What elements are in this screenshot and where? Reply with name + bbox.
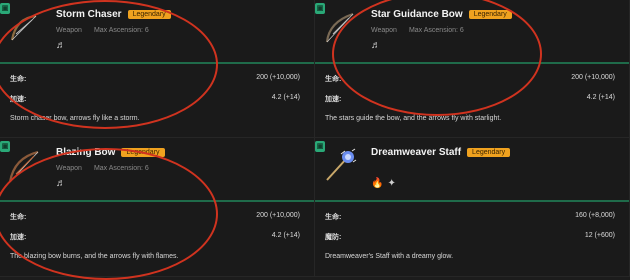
stat-label: 加速:	[10, 96, 27, 103]
item-meta	[371, 165, 383, 172]
item-ascension: Max Ascension: 6	[93, 165, 149, 172]
item-description: Storm chaser bow, arrows fly like a stor…	[10, 115, 140, 122]
item-card-storm-chaser[interactable]: ▣ Storm Chaser Legendary Weapon Max Ascens…	[0, 0, 315, 138]
stat-label: 生命:	[10, 76, 27, 83]
card-header: ▣ Star Guidance Bow Legendary Weapon Max A…	[315, 0, 629, 62]
card-header: ▣ Blazing Bow Legendary Weapon Max Ascensi…	[0, 138, 314, 200]
bow-icon	[321, 10, 357, 46]
stat-value: 4.2 (+14)	[271, 94, 300, 101]
item-card-star-guidance-bow[interactable]: ▣ Star Guidance Bow Legendary Weapon Max A…	[315, 0, 630, 138]
item-title: Storm Chaser Legendary	[56, 9, 171, 20]
sparkle-icon: ✦	[387, 178, 396, 189]
stat-value: 200 (+10,000)	[256, 212, 300, 219]
stat-value: 200 (+10,000)	[571, 74, 615, 81]
divider	[315, 62, 629, 64]
item-card-dreamweaver-staff[interactable]: ▣ Dreamweaver Staff Legendary 🔥 ✦ 生命: 160 …	[315, 138, 630, 277]
music-note-icon: ♬	[56, 40, 66, 51]
item-description: The stars guide the bow, and the arrows …	[325, 115, 502, 122]
staff-icon	[321, 148, 357, 184]
card-header: ▣ Dreamweaver Staff Legendary 🔥 ✦	[315, 138, 629, 200]
stat-value: 160 (+8,000)	[575, 212, 615, 219]
stat-label: 加速:	[10, 234, 27, 241]
item-name: Star Guidance Bow	[371, 9, 463, 20]
bow-icon	[6, 148, 42, 184]
rarity-badge: Legendary	[121, 148, 165, 157]
item-name: Storm Chaser	[56, 9, 122, 20]
stat-value: 12 (+600)	[584, 232, 615, 239]
bow-icon	[6, 10, 42, 46]
item-type: Weapon	[56, 27, 82, 34]
gem-icon: ▣	[0, 3, 10, 14]
skill-icons: ♬	[56, 178, 66, 189]
item-type: Weapon	[56, 165, 82, 172]
music-note-icon: ♬	[371, 40, 381, 51]
stat-label: 生命:	[325, 76, 342, 83]
item-title: Dreamweaver Staff Legendary	[371, 147, 511, 158]
item-title: Star Guidance Bow Legendary	[371, 9, 512, 20]
skill-icons: ♬	[371, 40, 381, 51]
divider	[315, 200, 629, 202]
flame-icon: 🔥	[371, 178, 384, 189]
item-type: Weapon	[371, 27, 397, 34]
stat-value: 200 (+10,000)	[256, 74, 300, 81]
rarity-badge: Legendary	[467, 148, 511, 157]
rarity-badge: Legendary	[468, 10, 512, 19]
stat-value: 4.2 (+14)	[586, 94, 615, 101]
item-grid: ▣ Storm Chaser Legendary Weapon Max Ascens…	[0, 0, 630, 277]
gem-icon: ▣	[315, 141, 325, 152]
divider	[0, 200, 314, 202]
stat-label: 魔防:	[325, 234, 342, 241]
item-name: Blazing Bow	[56, 147, 116, 158]
item-description: Dreamweaver's Staff with a dreamy glow.	[325, 253, 454, 260]
divider	[0, 62, 314, 64]
gem-icon: ▣	[315, 3, 325, 14]
item-ascension: Max Ascension: 6	[408, 27, 464, 34]
rarity-badge: Legendary	[127, 10, 171, 19]
stat-label: 加速:	[325, 96, 342, 103]
stat-value: 4.2 (+14)	[271, 232, 300, 239]
item-card-blazing-bow[interactable]: ▣ Blazing Bow Legendary Weapon Max Ascensi…	[0, 138, 315, 277]
item-ascension: Max Ascension: 6	[93, 27, 149, 34]
music-note-icon: ♬	[56, 178, 66, 189]
stat-label: 生命:	[10, 214, 27, 221]
item-meta: Weapon Max Ascension: 6	[371, 27, 464, 34]
card-header: ▣ Storm Chaser Legendary Weapon Max Ascens…	[0, 0, 314, 62]
skill-icons: ♬	[56, 40, 66, 51]
item-name: Dreamweaver Staff	[371, 147, 462, 158]
skill-icons: 🔥 ✦	[371, 178, 396, 189]
item-meta: Weapon Max Ascension: 6	[56, 165, 149, 172]
item-title: Blazing Bow Legendary	[56, 147, 165, 158]
item-description: The blazing bow burns, and the arrows fl…	[10, 253, 179, 260]
item-meta: Weapon Max Ascension: 6	[56, 27, 149, 34]
stat-label: 生命:	[325, 214, 342, 221]
gem-icon: ▣	[0, 141, 10, 152]
